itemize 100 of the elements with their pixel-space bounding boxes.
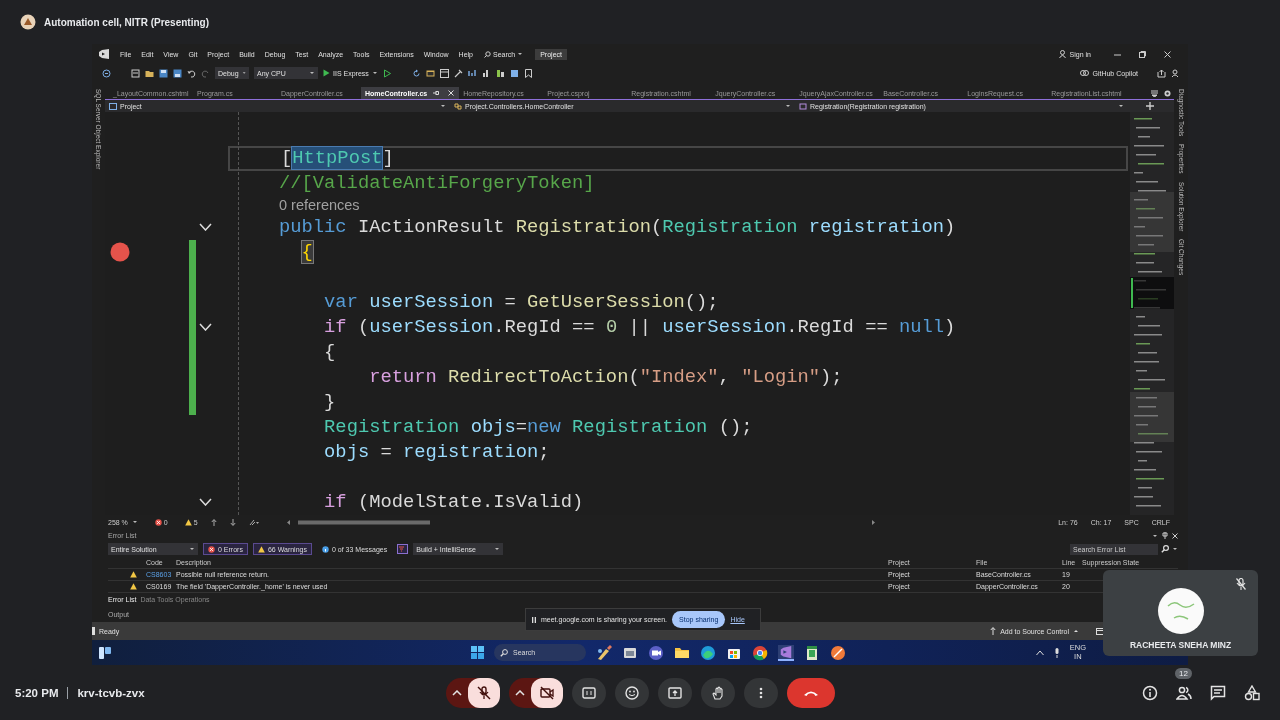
meeting-title: Automation cell, NITR (Presenting) [44,16,209,28]
comment-icon[interactable] [495,68,505,78]
codelens-link[interactable]: 0 references [279,197,360,213]
emoji-button[interactable] [614,677,649,708]
restore-icon[interactable] [1139,50,1146,58]
caret-icon [517,51,524,57]
meeting-icon [20,14,36,30]
search-icon [500,648,508,657]
start-icon[interactable] [471,646,484,659]
chevron-up-icon[interactable] [1035,649,1044,656]
caret-icon [440,103,446,109]
uncomment-icon[interactable] [509,68,519,78]
meeting-time: 5:20 PM [15,686,59,699]
pin-icon[interactable] [433,90,440,96]
redo-icon[interactable] [201,68,210,78]
code-line: objs = registration; [323,441,550,463]
visual-studio-icon[interactable] [778,644,794,661]
caret-up-icon [451,689,462,696]
horizontal-scrollbar[interactable] [285,518,876,526]
hand-icon [710,685,725,700]
start-without-debug-icon[interactable] [382,68,392,78]
activities-button[interactable] [1243,683,1261,702]
tools-icon[interactable] [453,68,463,78]
layout-icon[interactable] [439,68,449,78]
caret-up-icon [1073,628,1079,634]
caret-icon [1118,103,1124,109]
error-icon [208,545,215,553]
code-file-icon [799,102,807,110]
chart-icon[interactable] [481,68,491,78]
video-app-icon[interactable] [648,644,664,661]
add-icon[interactable] [1146,102,1154,110]
search-options-icon [1172,546,1178,552]
code-line: Registration objs=new Registration (); [323,416,753,438]
filter-icon[interactable] [397,544,409,554]
collapse-chevron-icon[interactable] [199,223,212,231]
share-icon[interactable] [1157,68,1166,78]
caret-icon [494,546,501,552]
cleanup-icon[interactable] [248,518,259,526]
settings-icon[interactable] [1164,89,1171,97]
hand-button[interactable] [700,677,735,708]
shapes-icon [1244,684,1260,701]
code-file-icon [109,102,117,110]
caret-icon [131,519,138,525]
up-arrow-icon[interactable] [210,518,217,526]
pin-icon[interactable] [1162,532,1168,539]
undo-icon[interactable] [187,68,196,78]
close-icon[interactable] [1164,50,1171,58]
participant-count-badge: 12 [1175,667,1192,679]
feedback-icon[interactable] [1171,68,1180,78]
folder-icon[interactable] [145,68,154,78]
solution-icon[interactable] [131,68,140,78]
info-button[interactable] [1141,683,1159,702]
present-button[interactable] [657,677,692,708]
collapse-chevron-icon[interactable] [199,498,212,506]
microphone-button[interactable] [467,677,500,708]
tab-list-icon[interactable] [1151,89,1158,97]
warning-icon [184,518,192,526]
code-line: } [323,391,336,413]
repository-icon[interactable] [1096,627,1104,635]
chat-button[interactable] [1209,683,1227,702]
bookmark-icon[interactable] [523,68,533,78]
microphone-icon[interactable] [1053,647,1060,658]
circle-app-icon[interactable] [830,644,846,661]
participant-name: RACHEETA SNEHA MINZ [1129,640,1232,650]
save-all-icon[interactable] [173,68,182,78]
captions-icon [581,685,596,700]
step-icon[interactable] [467,68,477,78]
warning-icon [257,545,265,553]
close-icon[interactable] [1172,532,1178,539]
code-line: var userSession = GetUserSession(); [323,291,719,313]
close-icon[interactable] [448,90,455,96]
up-arrow-icon [990,627,997,635]
info-icon [1142,684,1158,701]
brush-icon[interactable] [596,644,612,661]
meeting-code: krv-tcvb-zvx [77,686,145,699]
info-icon [321,545,329,553]
caret-up-icon [514,689,525,696]
error-icon [154,518,162,526]
widgets-icon[interactable] [99,646,111,659]
present-icon [667,685,682,700]
leave-call-button[interactable] [786,677,835,708]
chrome-icon[interactable] [752,644,768,661]
save-icon[interactable] [159,68,168,78]
browser-icon[interactable] [700,644,716,661]
collapse-chevron-icon[interactable] [199,323,212,331]
pause-icon [532,616,536,623]
status-icon [92,627,96,635]
code-line: { [323,341,336,363]
search-icon[interactable] [1161,545,1169,553]
spreadsheet-icon[interactable] [804,644,820,661]
captions-button[interactable] [571,677,606,708]
code-file-icon [454,102,462,110]
people-icon [1176,684,1192,701]
visual-studio-logo-icon [98,49,110,59]
down-arrow-icon[interactable] [229,518,236,526]
camera-button[interactable] [530,677,563,708]
refresh-icon[interactable] [411,68,421,78]
browser-icon[interactable] [425,68,435,78]
breakpoint-icon[interactable] [110,242,130,262]
navigate-icon[interactable] [102,68,111,78]
